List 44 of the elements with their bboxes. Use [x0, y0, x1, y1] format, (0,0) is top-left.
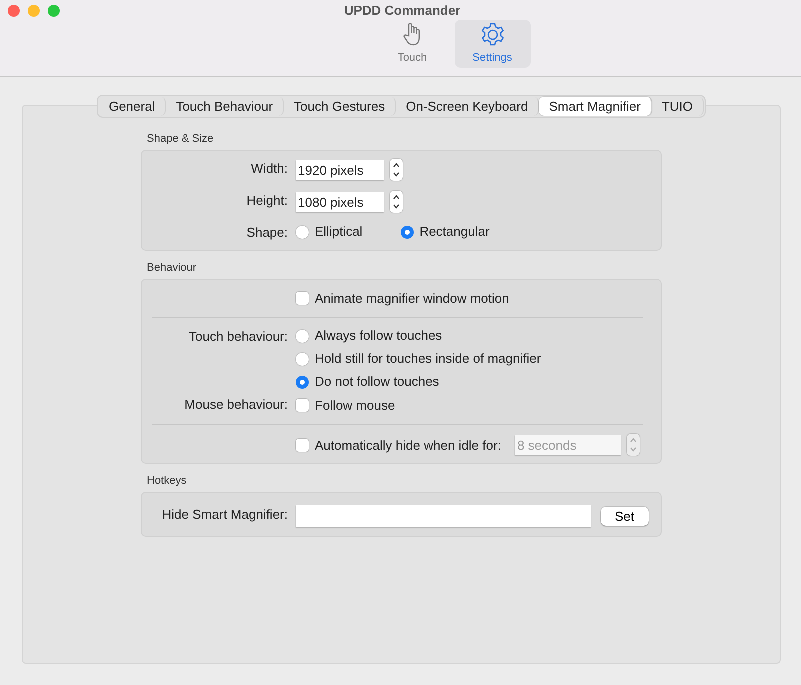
radio-button[interactable]	[296, 330, 309, 342]
zoom-button[interactable]	[48, 5, 60, 17]
option-label: Elliptical	[315, 223, 363, 241]
field-label: Width:	[250, 160, 288, 178]
hotkey-field[interactable]	[296, 505, 591, 527]
field-label: Shape:	[246, 224, 288, 242]
toolbar-button[interactable]: Settings	[454, 20, 530, 68]
option-label: Always follow touches	[315, 327, 442, 345]
number-field[interactable]: 1080 pixels	[296, 192, 384, 212]
field-label: Mouse behaviour:	[184, 396, 288, 414]
set-button[interactable]: Set	[601, 506, 649, 526]
option-label: Hold still for touches inside of magnifier	[315, 350, 542, 368]
stepper-arrows[interactable]	[390, 159, 403, 181]
tab[interactable]: Smart Magnifier	[539, 97, 652, 116]
option-label: Rectangular	[420, 223, 490, 241]
radio-button[interactable]	[400, 226, 414, 238]
checkbox[interactable]	[296, 292, 309, 304]
tab[interactable]: Touch Behaviour	[166, 97, 284, 116]
radio-button[interactable]	[296, 376, 309, 388]
section-title: Hotkeys	[147, 475, 188, 489]
radio-button[interactable]	[296, 226, 309, 238]
option-label: Do not follow touches	[315, 373, 440, 391]
settings-icon	[480, 22, 506, 48]
field-label: Touch behaviour:	[188, 328, 288, 346]
toolbar-button[interactable]: Touch	[374, 20, 450, 68]
checkbox-label: Follow mouse	[315, 398, 396, 412]
window-title: UPDD Commander	[344, 2, 461, 20]
checkbox-label: Automatically hide when idle for:	[315, 438, 502, 452]
section-title: Shape & Size	[147, 133, 215, 147]
section-title: Behaviour	[147, 262, 198, 276]
checkbox-label: Animate magnifier window motion	[315, 290, 510, 306]
radio-button[interactable]	[296, 352, 309, 366]
tab[interactable]: Touch Gestures	[284, 97, 396, 116]
checkbox[interactable]	[296, 398, 309, 412]
stepper-arrows[interactable]	[390, 191, 403, 213]
number-field[interactable]: 1920 pixels	[296, 160, 384, 180]
tab[interactable]: General	[98, 97, 166, 116]
close-button[interactable]	[8, 5, 20, 17]
checkbox[interactable]	[296, 438, 309, 452]
tab[interactable]: TUIO	[652, 97, 704, 116]
field-label: Hide Smart Magnifier:	[161, 506, 288, 524]
field-label: Height:	[246, 192, 288, 210]
minimize-button[interactable]	[28, 5, 40, 17]
hand-icon	[402, 22, 422, 48]
